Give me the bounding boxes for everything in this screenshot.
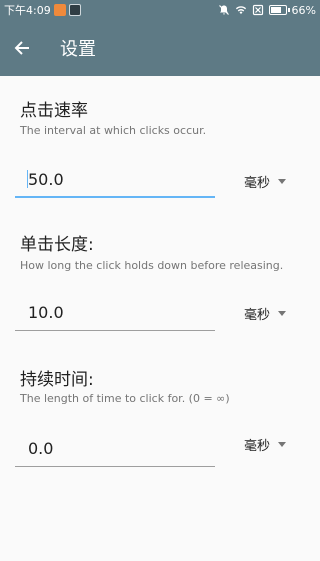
app-notification-icon — [53, 4, 66, 16]
field-value: 10.0 — [28, 303, 64, 322]
input-underline — [15, 466, 215, 467]
sim-icon — [252, 4, 264, 16]
setting-duration: 持续时间: The length of time to click for. (… — [0, 365, 320, 475]
setting-title: 点击速率 — [20, 101, 88, 121]
battery-icon — [268, 5, 290, 15]
duration-input[interactable]: 0.0 — [15, 435, 215, 467]
back-button[interactable] — [0, 20, 44, 76]
input-underline — [15, 196, 215, 198]
chevron-down-icon — [278, 311, 287, 316]
unit-dropdown[interactable]: 毫秒 — [244, 304, 287, 323]
field-value: 0.0 — [28, 439, 54, 458]
click-length-input[interactable]: 10.0 — [15, 299, 215, 331]
bell-off-icon — [218, 4, 230, 16]
unit-label: 毫秒 — [244, 176, 271, 191]
page-title: 设置 — [60, 39, 96, 60]
setting-click-rate: 点击速率 The interval at which clicks occur.… — [0, 96, 320, 206]
wifi-icon — [235, 4, 247, 16]
setting-description: How long the click holds down before rel… — [20, 259, 284, 272]
chevron-down-icon — [278, 179, 287, 184]
field-value: 50.0 — [28, 170, 64, 189]
setting-click-length: 单击长度: How long the click holds down befo… — [0, 230, 320, 340]
setting-title: 持续时间: — [20, 370, 94, 390]
unit-dropdown[interactable]: 毫秒 — [244, 172, 287, 191]
image-notification-icon — [68, 4, 81, 16]
arrow-back-icon — [14, 41, 29, 55]
setting-description: The length of time to click for. (0 = ∞) — [20, 392, 230, 405]
unit-dropdown[interactable]: 毫秒 — [244, 435, 287, 454]
unit-label: 毫秒 — [244, 308, 271, 323]
app-bar: 设置 — [0, 20, 320, 76]
status-time: 下午4:09 — [4, 4, 51, 17]
chevron-down-icon — [278, 442, 287, 447]
setting-title: 单击长度: — [20, 235, 94, 255]
unit-label: 毫秒 — [244, 439, 271, 454]
setting-description: The interval at which clicks occur. — [20, 124, 207, 137]
click-rate-input[interactable]: 50.0 — [15, 166, 215, 198]
status-bar: 下午4:09 66% — [0, 0, 320, 20]
input-underline — [15, 330, 215, 331]
battery-percent: 66% — [291, 3, 316, 17]
